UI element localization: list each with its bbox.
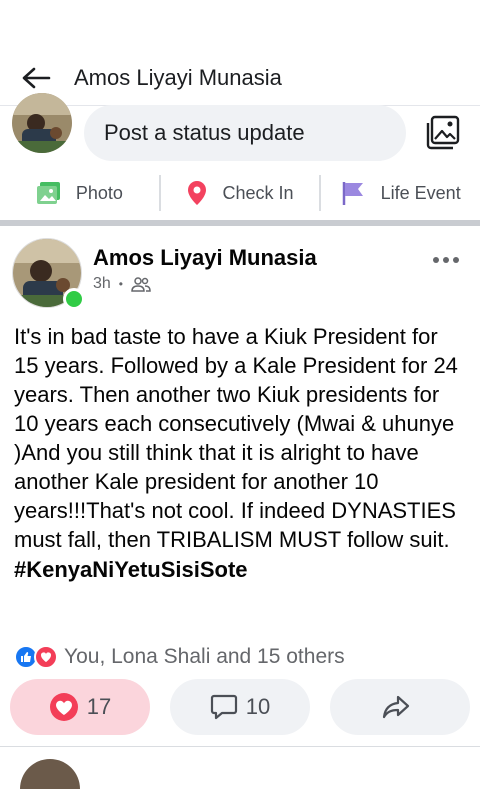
- post-author-name[interactable]: Amos Liyayi Munasia: [93, 245, 317, 271]
- post-text: It's in bad taste to have a Kiuk Preside…: [14, 324, 458, 552]
- reaction-icons: [14, 645, 58, 669]
- reactions-summary[interactable]: You, Lona Shali and 15 others: [12, 638, 468, 676]
- page-title: Amos Liyayi Munasia: [74, 64, 282, 90]
- location-pin-icon: [188, 181, 207, 205]
- status-bar: [0, 0, 480, 50]
- top-bar: Amos Liyayi Munasia: [0, 50, 480, 106]
- photo-label: Photo: [75, 182, 123, 203]
- comment-button[interactable]: 10: [170, 679, 310, 735]
- author-avatar[interactable]: [12, 238, 85, 310]
- reaction-count: 17: [86, 694, 112, 719]
- more-options-button[interactable]: [426, 248, 466, 272]
- back-button[interactable]: [18, 60, 54, 96]
- flag-icon: [342, 182, 363, 205]
- comment-count: 10: [245, 694, 271, 719]
- post-meta: Amos Liyayi Munasia 3h •: [93, 238, 317, 293]
- post-card: Amos Liyayi Munasia 3h • It's in bad tas…: [0, 226, 480, 738]
- post-body: It's in bad taste to have a Kiuk Preside…: [12, 322, 468, 638]
- life-event-label: Life Event: [380, 182, 461, 203]
- share-button[interactable]: [330, 679, 470, 735]
- post-action-bar: 17 10: [10, 676, 470, 738]
- gallery-button[interactable]: [418, 108, 468, 158]
- react-button[interactable]: 17: [10, 679, 150, 735]
- status-composer: Post a status update: [0, 93, 480, 166]
- status-input[interactable]: Post a status update: [84, 105, 406, 161]
- post-subline: 3h •: [93, 275, 317, 293]
- friends-icon: [131, 277, 151, 292]
- heart-icon: [49, 693, 78, 721]
- love-reaction-icon: [34, 645, 58, 669]
- check-in-label: Check In: [222, 182, 294, 203]
- share-icon: [382, 695, 410, 719]
- post-header: Amos Liyayi Munasia 3h •: [12, 226, 468, 322]
- online-status-indicator: [63, 288, 85, 310]
- check-in-button[interactable]: Check In: [158, 175, 320, 211]
- post-timestamp[interactable]: 3h: [93, 275, 111, 293]
- separator-dot: •: [118, 277, 123, 291]
- post-hashtag[interactable]: #KenyaNiYetuSisiSote: [14, 555, 464, 584]
- photo-icon: [36, 182, 60, 204]
- feed-divider: [0, 746, 480, 789]
- composer-avatar[interactable]: [12, 93, 72, 153]
- image-gallery-icon: [426, 115, 460, 150]
- life-event-button[interactable]: Life Event: [319, 175, 480, 211]
- next-post-avatar: [20, 759, 80, 789]
- composer-actions: Photo Check In Life Event: [0, 166, 480, 226]
- comment-icon: [210, 694, 237, 720]
- more-dots-icon: [433, 257, 459, 263]
- arrow-left-icon: [22, 67, 51, 88]
- reactions-text: You, Lona Shali and 15 others: [64, 645, 345, 668]
- photo-button[interactable]: Photo: [0, 175, 159, 211]
